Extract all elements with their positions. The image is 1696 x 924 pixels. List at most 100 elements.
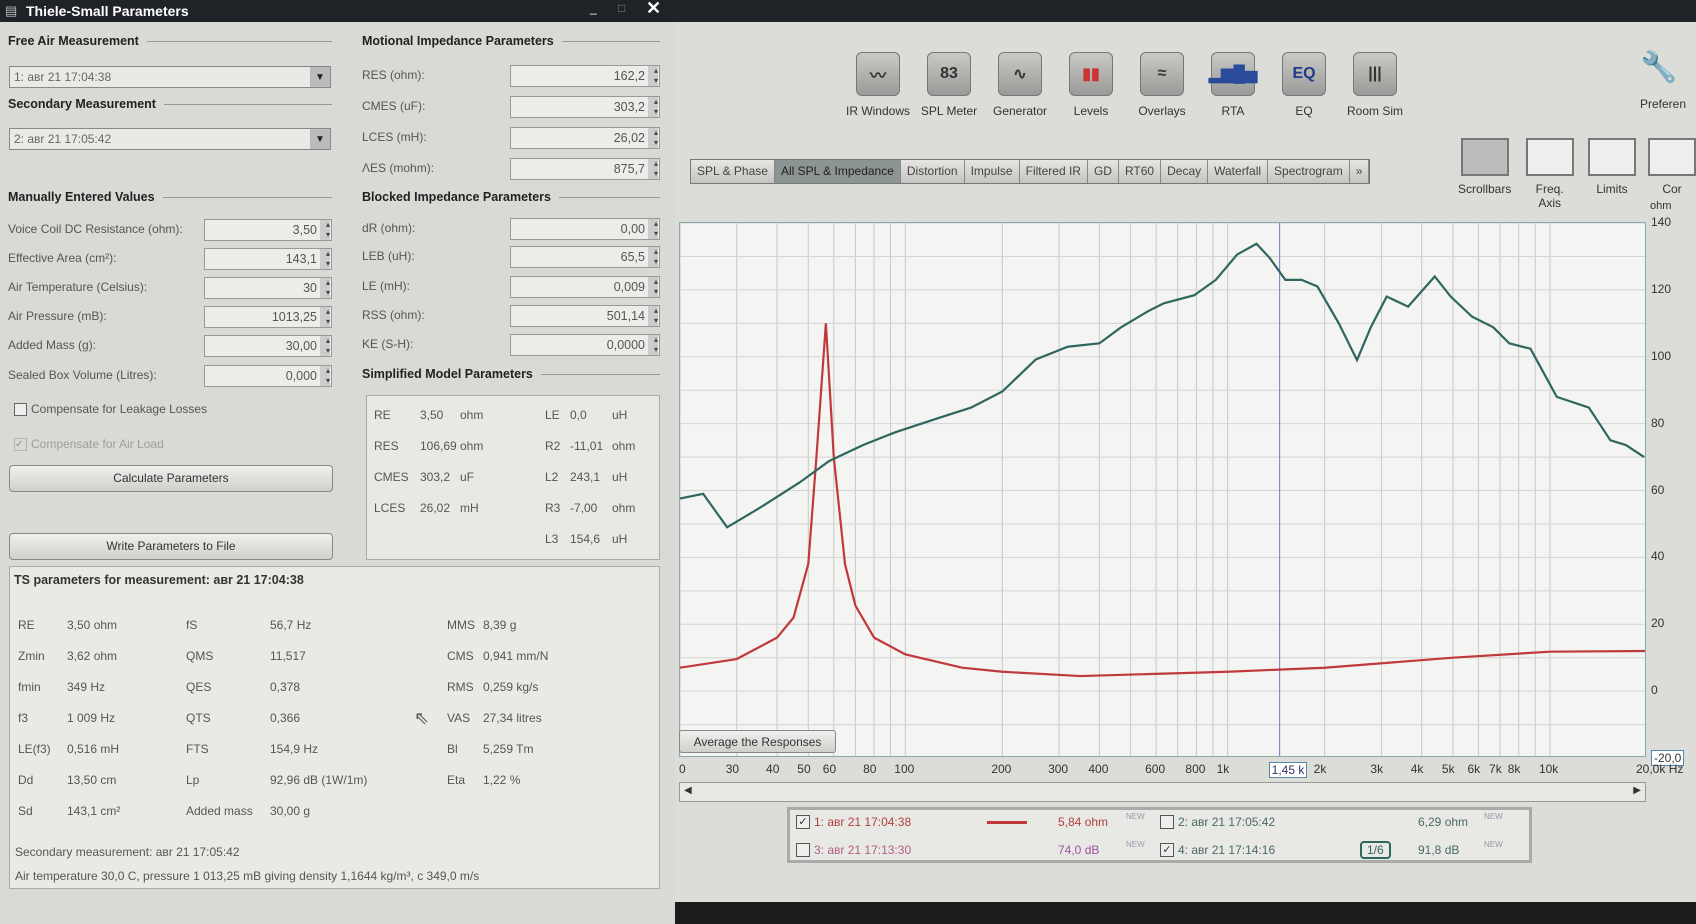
blocked-field[interactable]: 0,009 bbox=[510, 276, 660, 298]
toolbar-eq[interactable]: EQ EQ bbox=[1269, 52, 1339, 118]
blocked-label: KE (S-H): bbox=[362, 337, 414, 351]
manual-field[interactable]: 143,1 bbox=[204, 248, 332, 270]
view-tool-limits[interactable]: Limits bbox=[1588, 138, 1636, 210]
view-tool-label: Limits bbox=[1596, 182, 1628, 196]
legend-checkbox[interactable]: ✓ bbox=[1160, 843, 1174, 857]
average-responses-button[interactable]: Average the Responses bbox=[679, 730, 836, 753]
ts-param-name: Sd bbox=[18, 804, 33, 818]
close-button[interactable]: ✕ bbox=[646, 0, 661, 19]
tab-spl-phase[interactable]: SPL & Phase bbox=[691, 160, 775, 183]
motional-field[interactable]: 26,02 bbox=[510, 127, 660, 149]
simplified-unit: mH bbox=[460, 501, 479, 515]
wrench-icon[interactable]: 🔧 bbox=[1640, 50, 1677, 85]
tab-decay[interactable]: Decay bbox=[1161, 160, 1209, 183]
manual-field[interactable]: 0,000 bbox=[204, 365, 332, 387]
toolbar-overlays[interactable]: ≈ Overlays bbox=[1127, 52, 1197, 118]
simplified-name: L3 bbox=[545, 532, 559, 546]
manual-label: Sealed Box Volume (Litres): bbox=[8, 368, 157, 382]
ts-param-value: 56,7 Hz bbox=[270, 618, 312, 632]
checkbox-box: ✓ bbox=[14, 437, 27, 451]
y-tick-label: 40 bbox=[1651, 549, 1665, 564]
minimize-button[interactable]: _ bbox=[590, 1, 597, 15]
x-tick-label: 30 bbox=[725, 762, 740, 776]
scroll-left-icon[interactable]: ◀ bbox=[684, 785, 692, 796]
toolbar-spl-meter[interactable]: 83 SPL Meter bbox=[914, 52, 984, 118]
legend-checkbox[interactable]: ✓ bbox=[796, 815, 810, 829]
blocked-field[interactable]: 501,14 bbox=[510, 305, 660, 327]
x-tick-label: 600 bbox=[1145, 762, 1166, 776]
impedance-spl-chart[interactable] bbox=[679, 222, 1646, 757]
toolbar-generator[interactable]: ∿ Generator bbox=[985, 52, 1055, 118]
ts-param-name: RMS bbox=[447, 680, 474, 694]
tab--[interactable]: » bbox=[1349, 160, 1370, 183]
legend-checkbox[interactable] bbox=[796, 843, 810, 857]
tab-filtered-ir[interactable]: Filtered IR bbox=[1019, 160, 1088, 183]
x-tick-label: 20,0k Hz bbox=[1636, 762, 1684, 776]
calculate-parameters-button[interactable]: Calculate Parameters bbox=[9, 465, 333, 492]
tab-spectrogram[interactable]: Spectrogram bbox=[1268, 160, 1350, 183]
maximize-button[interactable]: □ bbox=[618, 1, 625, 15]
ts-param-value: 0,366 bbox=[270, 711, 301, 725]
manual-field[interactable]: 30 bbox=[204, 277, 332, 299]
simplified-value: 106,69 bbox=[420, 439, 457, 453]
motional-field[interactable]: 162,2 bbox=[510, 65, 660, 87]
manual-label: Voice Coil DC Resistance (ohm): bbox=[8, 222, 183, 236]
x-tick-label: 1k bbox=[1216, 762, 1230, 776]
manual-field[interactable]: 3,50 bbox=[204, 219, 332, 241]
ts-param-value: 13,50 cm bbox=[67, 773, 117, 787]
x-tick-label: 2k bbox=[1313, 762, 1327, 776]
simplified-name: RES bbox=[374, 439, 399, 453]
ts-param-value: 8,39 g bbox=[483, 618, 517, 632]
legend-value: 74,0 dB bbox=[1058, 843, 1100, 857]
horizontal-scrollbar[interactable]: ◀ ▶ bbox=[679, 782, 1646, 802]
ts-param-name: Added mass bbox=[186, 804, 253, 818]
legend-new-tag: NEW bbox=[1484, 840, 1503, 849]
ts-param-name: QES bbox=[186, 680, 212, 694]
toolbar-room-sim[interactable]: ||| Room Sim bbox=[1340, 52, 1410, 118]
checkbox-box[interactable] bbox=[14, 402, 27, 416]
tab-impulse[interactable]: Impulse bbox=[964, 160, 1020, 183]
secondary-header: Secondary Measurement bbox=[8, 97, 332, 111]
motional-field[interactable]: 875,7 bbox=[510, 158, 660, 180]
leakage-checkbox[interactable]: Compensate for Leakage Losses bbox=[14, 402, 207, 416]
ts-param-value: 0,516 mH bbox=[67, 742, 120, 756]
preferences-label[interactable]: Preferen bbox=[1640, 97, 1686, 111]
blocked-field[interactable]: 0,0000 bbox=[510, 334, 660, 356]
toolbar-ir-windows[interactable]: 〰 IR Windows bbox=[843, 52, 913, 118]
ts-param-value: 0,378 bbox=[270, 680, 301, 694]
scroll-right-icon[interactable]: ▶ bbox=[1633, 785, 1641, 796]
view-tool-scrollbars[interactable]: Scrollbars bbox=[1458, 138, 1511, 210]
toolbar-levels[interactable]: ▮▮ Levels bbox=[1056, 52, 1126, 118]
blocked-label: LEB (uH): bbox=[362, 249, 415, 263]
ts-param-value: 0,941 mm/N bbox=[483, 649, 549, 663]
x-tick-label: 50 bbox=[797, 762, 811, 776]
tab-distortion[interactable]: Distortion bbox=[900, 160, 965, 183]
toolbar-rta[interactable]: ▂▆█▅ RTA bbox=[1198, 52, 1268, 118]
overlays-icon: ≈ bbox=[1140, 52, 1184, 96]
generator-icon: ∿ bbox=[998, 52, 1042, 96]
tab-gd[interactable]: GD bbox=[1087, 160, 1119, 183]
x-tick-label: 400 bbox=[1088, 762, 1109, 776]
spl-meter-icon: 83 bbox=[927, 52, 971, 96]
blocked-field[interactable]: 0,00 bbox=[510, 218, 660, 240]
motional-field[interactable]: 303,2 bbox=[510, 96, 660, 118]
blocked-label: LE (mH): bbox=[362, 279, 410, 293]
write-parameters-button[interactable]: Write Parameters to File bbox=[9, 533, 333, 560]
free-air-select[interactable]: 1: aвr 21 17:04:38 ▼ bbox=[9, 66, 331, 88]
tab-all-spl-impedance[interactable]: All SPL & Impedance bbox=[774, 160, 901, 183]
motional-header: Motional Impedance Parameters bbox=[362, 34, 660, 48]
tab-waterfall[interactable]: Waterfall bbox=[1208, 160, 1269, 183]
ts-param-value: 143,1 cm² bbox=[67, 804, 121, 818]
manual-field[interactable]: 30,00 bbox=[204, 335, 332, 357]
secondary-select[interactable]: 2: aвr 21 17:05:42 ▼ bbox=[9, 128, 331, 150]
legend-checkbox[interactable] bbox=[1160, 815, 1174, 829]
toolbar-label: Levels bbox=[1073, 104, 1109, 118]
manual-field[interactable]: 1013,25 bbox=[204, 306, 332, 328]
view-tool-freq-axis[interactable]: Freq. Axis bbox=[1523, 138, 1576, 210]
view-tool-label: Scrollbars bbox=[1458, 182, 1512, 196]
smoothing-button[interactable]: 1/6 bbox=[1360, 841, 1391, 859]
blocked-field[interactable]: 65,5 bbox=[510, 246, 660, 268]
simplified-unit: uH bbox=[612, 470, 628, 484]
legend-new-tag: NEW bbox=[1126, 812, 1145, 821]
tab-rt60[interactable]: RT60 bbox=[1118, 160, 1162, 183]
